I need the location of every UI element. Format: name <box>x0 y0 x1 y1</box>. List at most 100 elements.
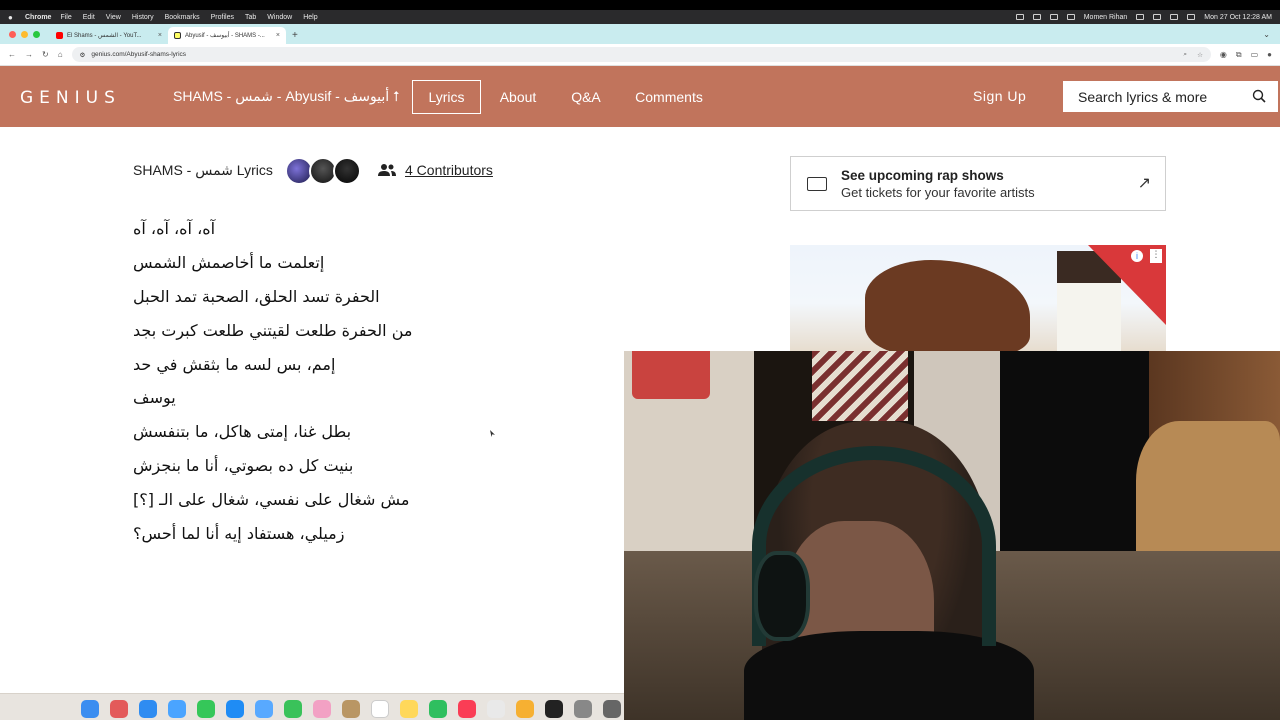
ad-banner[interactable]: i ⋮ <box>790 245 1166 351</box>
close-tab-icon[interactable]: × <box>158 32 162 39</box>
menu-tab[interactable]: Tab <box>245 14 256 21</box>
menu-window[interactable]: Window <box>267 14 292 21</box>
volume-icon[interactable] <box>1066 14 1075 20</box>
forward-icon[interactable]: → <box>25 50 33 59</box>
lyric-line[interactable]: مش شغال على نفسي، شغال على الـ [؟] <box>133 490 409 524</box>
bookmark-star-icon[interactable]: ☆ <box>1197 51 1203 59</box>
menu-help[interactable]: Help <box>303 14 317 21</box>
search-input[interactable]: Search lyrics & more <box>1063 81 1278 112</box>
menu-history[interactable]: History <box>132 14 154 21</box>
messages-icon[interactable] <box>284 700 302 718</box>
minimize-window-button[interactable] <box>21 31 28 38</box>
lyric-line[interactable]: آه، آه، آه، آه <box>133 219 215 253</box>
music-icon[interactable] <box>458 700 476 718</box>
logic-icon[interactable] <box>545 700 563 718</box>
youtube-icon <box>56 32 63 39</box>
contributor-avatars[interactable] <box>285 157 361 185</box>
screen-record-icon[interactable] <box>1015 14 1024 20</box>
ad-menu-icon[interactable]: ⋮ <box>1150 249 1162 263</box>
facetime-icon[interactable] <box>197 700 215 718</box>
people-icon <box>378 164 396 176</box>
calendar-icon[interactable] <box>371 700 389 718</box>
mac-menu-bar: ● Chrome File Edit View History Bookmark… <box>0 10 1280 24</box>
lyric-line[interactable]: بنيت كل ده بصوتي، أنا ما بنجزش <box>133 456 353 490</box>
extension-icon[interactable]: ◉ <box>1220 50 1227 59</box>
spotlight-icon[interactable] <box>1170 14 1179 20</box>
app-store-icon[interactable] <box>226 700 244 718</box>
close-tab-icon[interactable]: × <box>276 32 280 39</box>
menu-status-area: Momen Rihan Mon 27 Oct 12:28 AM <box>1015 14 1272 21</box>
pages-icon[interactable] <box>516 700 534 718</box>
wifi-icon[interactable] <box>1153 14 1162 20</box>
avatar[interactable] <box>333 157 361 185</box>
top-border <box>0 0 1280 10</box>
external-arrow-icon: ↗ <box>1137 175 1151 192</box>
menu-app-name[interactable]: Chrome <box>25 14 51 21</box>
finder-icon[interactable] <box>81 700 99 718</box>
nav-qa[interactable]: Q&A <box>568 80 604 114</box>
mail-icon[interactable] <box>168 700 186 718</box>
back-icon[interactable]: ← <box>8 50 16 59</box>
display-icon[interactable] <box>1049 14 1058 20</box>
contributors-link[interactable]: 4 Contributors <box>377 162 493 178</box>
control-center-icon[interactable] <box>1187 14 1196 20</box>
ad-info-icon[interactable]: i <box>1131 250 1143 262</box>
launchpad-icon[interactable] <box>110 700 128 718</box>
apple-icon[interactable]: ● <box>8 13 17 22</box>
photos-icon[interactable] <box>313 700 331 718</box>
menu-bookmarks[interactable]: Bookmarks <box>165 14 200 21</box>
maximize-window-button[interactable] <box>33 31 40 38</box>
nav-lyrics[interactable]: Lyrics <box>412 80 481 114</box>
lyric-line[interactable]: زميلي، هستفاد إيه أنا لما أحس؟ <box>133 524 344 558</box>
headphone-cup <box>754 551 810 641</box>
webcam-overlay <box>624 351 1280 720</box>
scroll-top-icon: ⭡ <box>393 88 400 104</box>
lyric-line[interactable]: من الحفرة طلعت لقيتني طلعت كبرت بجد <box>133 321 412 355</box>
url-field[interactable]: ⚙ genius.com/Abyusif-shams-lyrics ⌕ ☆ <box>71 47 1211 62</box>
safari-icon[interactable] <box>139 700 157 718</box>
genius-header: GENIUS SHAMS - شمس - Abyusif - أبيوسف ⭡ … <box>0 66 1280 127</box>
lyric-line[interactable]: إتعلمت ما أخاصمش الشمس <box>133 253 324 287</box>
reminders-icon[interactable] <box>487 700 505 718</box>
search-icon[interactable] <box>1252 89 1266 103</box>
zoom-icon[interactable]: ⌕ <box>1183 51 1187 59</box>
menu-edit[interactable]: Edit <box>83 14 95 21</box>
lyric-line[interactable]: الحفرة تسد الحلق، الصحبة تمد الحبل <box>133 287 380 321</box>
nav-comments[interactable]: Comments <box>632 80 706 114</box>
tab-genius[interactable]: Abyusif - أبيوسف - SHAMS -... × <box>168 27 286 44</box>
profile-avatar[interactable]: ● <box>1267 50 1272 59</box>
sign-up-link[interactable]: Sign Up <box>973 88 1026 104</box>
search-placeholder: Search lyrics & more <box>1078 88 1208 105</box>
close-window-button[interactable] <box>9 31 16 38</box>
site-info-icon[interactable]: ⚙ <box>80 51 86 59</box>
control-icon[interactable] <box>1032 14 1041 20</box>
utility-icon[interactable] <box>603 700 621 718</box>
ad-horse-image <box>865 260 1030 351</box>
header-song-title[interactable]: SHAMS - شمس - Abyusif - أبيوسف ⭡ <box>173 88 400 105</box>
lyric-line[interactable]: بطل غنا، إمتى هاكل، ما بتنفسش <box>133 422 351 456</box>
settings-icon[interactable] <box>574 700 592 718</box>
genius-logo[interactable]: GENIUS <box>20 88 121 108</box>
puzzle-icon[interactable]: ⧉ <box>1236 50 1242 60</box>
lyric-line[interactable]: إمم، بس لسه ما بثقش في حد <box>133 355 335 389</box>
nav-about[interactable]: About <box>497 80 539 114</box>
user-name[interactable]: Momen Rihan <box>1084 14 1128 21</box>
home-icon[interactable]: ⌂ <box>58 50 63 59</box>
sidepanel-icon[interactable]: ▭ <box>1251 50 1259 59</box>
menu-file[interactable]: File <box>60 14 71 21</box>
url-text: genius.com/Abyusif-shams-lyrics <box>91 51 187 58</box>
tab-search-icon[interactable]: ⌄ <box>1263 30 1270 39</box>
battery-icon[interactable] <box>1136 14 1145 20</box>
clock[interactable]: Mon 27 Oct 12:28 AM <box>1204 14 1272 21</box>
lyric-line[interactable]: يوسف <box>133 388 176 422</box>
notes-icon[interactable] <box>342 700 360 718</box>
new-tab-icon[interactable]: + <box>292 30 298 41</box>
rap-shows-promo[interactable]: See upcoming rap shows Get tickets for y… <box>790 156 1166 211</box>
reload-icon[interactable]: ↻ <box>42 50 49 59</box>
stickies-icon[interactable] <box>400 700 418 718</box>
whatsapp-icon[interactable] <box>429 700 447 718</box>
menu-view[interactable]: View <box>106 14 121 21</box>
menu-profiles[interactable]: Profiles <box>211 14 234 21</box>
tab-youtube[interactable]: El Shams - الشمس - YouT... × <box>50 27 168 44</box>
remote-icon[interactable] <box>255 700 273 718</box>
